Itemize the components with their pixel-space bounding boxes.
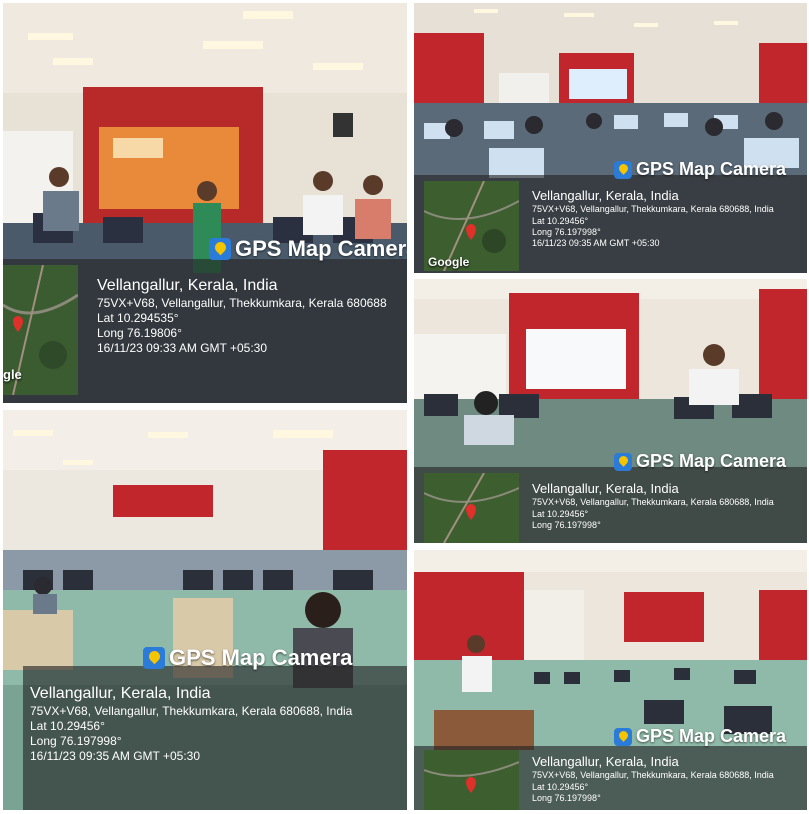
map-thumbnail bbox=[424, 750, 519, 810]
longitude: Long 76.197998° bbox=[30, 734, 122, 748]
latitude: Lat 10.29456° bbox=[532, 781, 589, 792]
brand-text: GPS Map Camera bbox=[636, 451, 787, 471]
brand-text: GPS Map Camera bbox=[235, 236, 407, 261]
datetime: 16/11/23 09:33 AM GMT +05:30 bbox=[97, 341, 268, 355]
gps-brand-label: GPS Map Camera bbox=[143, 645, 352, 671]
gps-map-camera-logo-icon bbox=[143, 647, 165, 669]
longitude: Long 76.19806° bbox=[97, 326, 182, 340]
gps-map-camera-logo-icon bbox=[614, 727, 632, 746]
address-line: 75VX+V68, Vellangallur, Thekkumkara, Ker… bbox=[532, 204, 774, 215]
google-watermark: Google bbox=[428, 255, 470, 269]
gps-brand-label: GPS Map Camera bbox=[614, 159, 786, 180]
longitude: Long 76.197998° bbox=[532, 226, 601, 237]
geotag-info: Vellangallur, Kerala, India 75VX+V68, Ve… bbox=[532, 754, 774, 804]
address-line: 75VX+V68, Vellangallur, Thekkumkara, Ker… bbox=[532, 770, 774, 781]
photo-tile-1: GPS Map Camera gle Vellangallur, Kerala,… bbox=[3, 3, 407, 403]
location-title: Vellangallur, Kerala, India bbox=[532, 754, 679, 769]
brand-text: GPS Map Camera bbox=[636, 726, 787, 746]
gps-brand-label: GPS Map Camera bbox=[209, 236, 407, 262]
latitude: Lat 10.29456° bbox=[532, 508, 589, 519]
geotag-info: Vellangallur, Kerala, India 75VX+V68, Ve… bbox=[532, 188, 774, 249]
location-title: Vellangallur, Kerala, India bbox=[97, 277, 278, 294]
address-line: 75VX+V68, Vellangallur, Thekkumkara, Ker… bbox=[30, 704, 353, 718]
gps-map-camera-logo-icon bbox=[614, 160, 632, 179]
datetime: 16/11/23 09:35 AM GMT +05:30 bbox=[30, 749, 201, 763]
photo-tile-4: GPS Map Camera Vellangallur, Kerala, Ind… bbox=[3, 410, 407, 810]
latitude: Lat 10.294535° bbox=[97, 311, 179, 325]
address-line: 75VX+V68, Vellangallur, Thekkumkara, Ker… bbox=[532, 497, 774, 508]
latitude: Lat 10.29456° bbox=[532, 215, 589, 226]
location-title: Vellangallur, Kerala, India bbox=[30, 685, 211, 702]
geotag-info: Vellangallur, Kerala, India 75VX+V68, Ve… bbox=[97, 276, 387, 356]
google-watermark: gle bbox=[3, 367, 22, 382]
longitude: Long 76.197998° bbox=[532, 519, 601, 530]
photo-tile-5: GPS Map Camera Vellangallur, Kerala, Ind… bbox=[414, 550, 807, 810]
geotag-info: Vellangallur, Kerala, India 75VX+V68, Ve… bbox=[532, 481, 774, 531]
latitude: Lat 10.29456° bbox=[30, 719, 105, 733]
map-thumbnail bbox=[424, 473, 519, 543]
gps-map-camera-logo-icon bbox=[614, 452, 632, 471]
datetime: 16/11/23 09:35 AM GMT +05:30 bbox=[532, 238, 660, 248]
gps-map-camera-logo-icon bbox=[209, 238, 231, 260]
photo-tile-2: GPS Map Camera Google Vellangallur, Kera… bbox=[414, 3, 807, 273]
geotag-info: Vellangallur, Kerala, India 75VX+V68, Ve… bbox=[30, 684, 352, 764]
location-title: Vellangallur, Kerala, India bbox=[532, 481, 679, 496]
gps-brand-label: GPS Map Camera bbox=[614, 451, 786, 472]
location-title: Vellangallur, Kerala, India bbox=[532, 188, 679, 203]
brand-text: GPS Map Camera bbox=[169, 645, 353, 670]
brand-text: GPS Map Camera bbox=[636, 159, 787, 179]
longitude: Long 76.197998° bbox=[532, 792, 601, 803]
photo-tile-3: GPS Map Camera Vellangallur, Kerala, Ind… bbox=[414, 279, 807, 543]
address-line: 75VX+V68, Vellangallur, Thekkumkara, Ker… bbox=[97, 296, 387, 310]
gps-brand-label: GPS Map Camera bbox=[614, 726, 786, 747]
